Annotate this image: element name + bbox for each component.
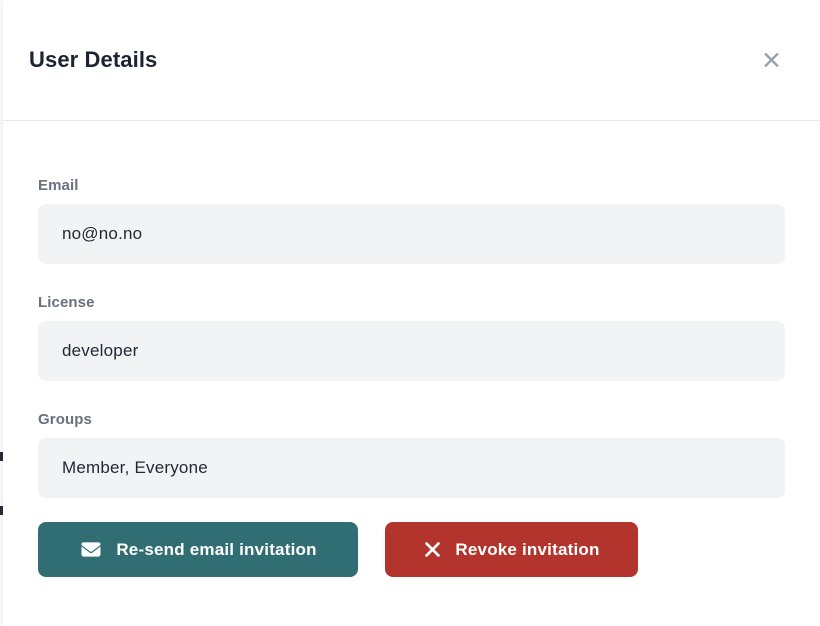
modal-body: Email no@no.no License developer Groups … xyxy=(3,121,820,577)
email-field: no@no.no xyxy=(38,204,785,264)
revoke-button-label: Revoke invitation xyxy=(455,540,599,560)
field-group-license: License developer xyxy=(38,294,785,381)
close-icon[interactable]: ✕ xyxy=(753,44,790,77)
page-background: User Details ✕ Email no@no.no License de… xyxy=(0,0,820,626)
license-field: developer xyxy=(38,321,785,381)
envelope-icon xyxy=(79,540,103,559)
x-icon xyxy=(423,540,442,559)
groups-field: Member, Everyone xyxy=(38,438,785,498)
user-details-modal: User Details ✕ Email no@no.no License de… xyxy=(3,0,820,626)
field-group-email: Email no@no.no xyxy=(38,177,785,264)
modal-title: User Details xyxy=(29,47,157,73)
resend-email-invitation-button[interactable]: Re-send email invitation xyxy=(38,522,358,577)
revoke-invitation-button[interactable]: Revoke invitation xyxy=(385,522,638,577)
field-group-groups: Groups Member, Everyone xyxy=(38,411,785,498)
license-label: License xyxy=(38,294,785,311)
resend-button-label: Re-send email invitation xyxy=(116,540,316,560)
email-label: Email xyxy=(38,177,785,194)
modal-header: User Details ✕ xyxy=(3,0,820,121)
groups-label: Groups xyxy=(38,411,785,428)
modal-actions: Re-send email invitation Revoke invitati… xyxy=(38,522,785,577)
